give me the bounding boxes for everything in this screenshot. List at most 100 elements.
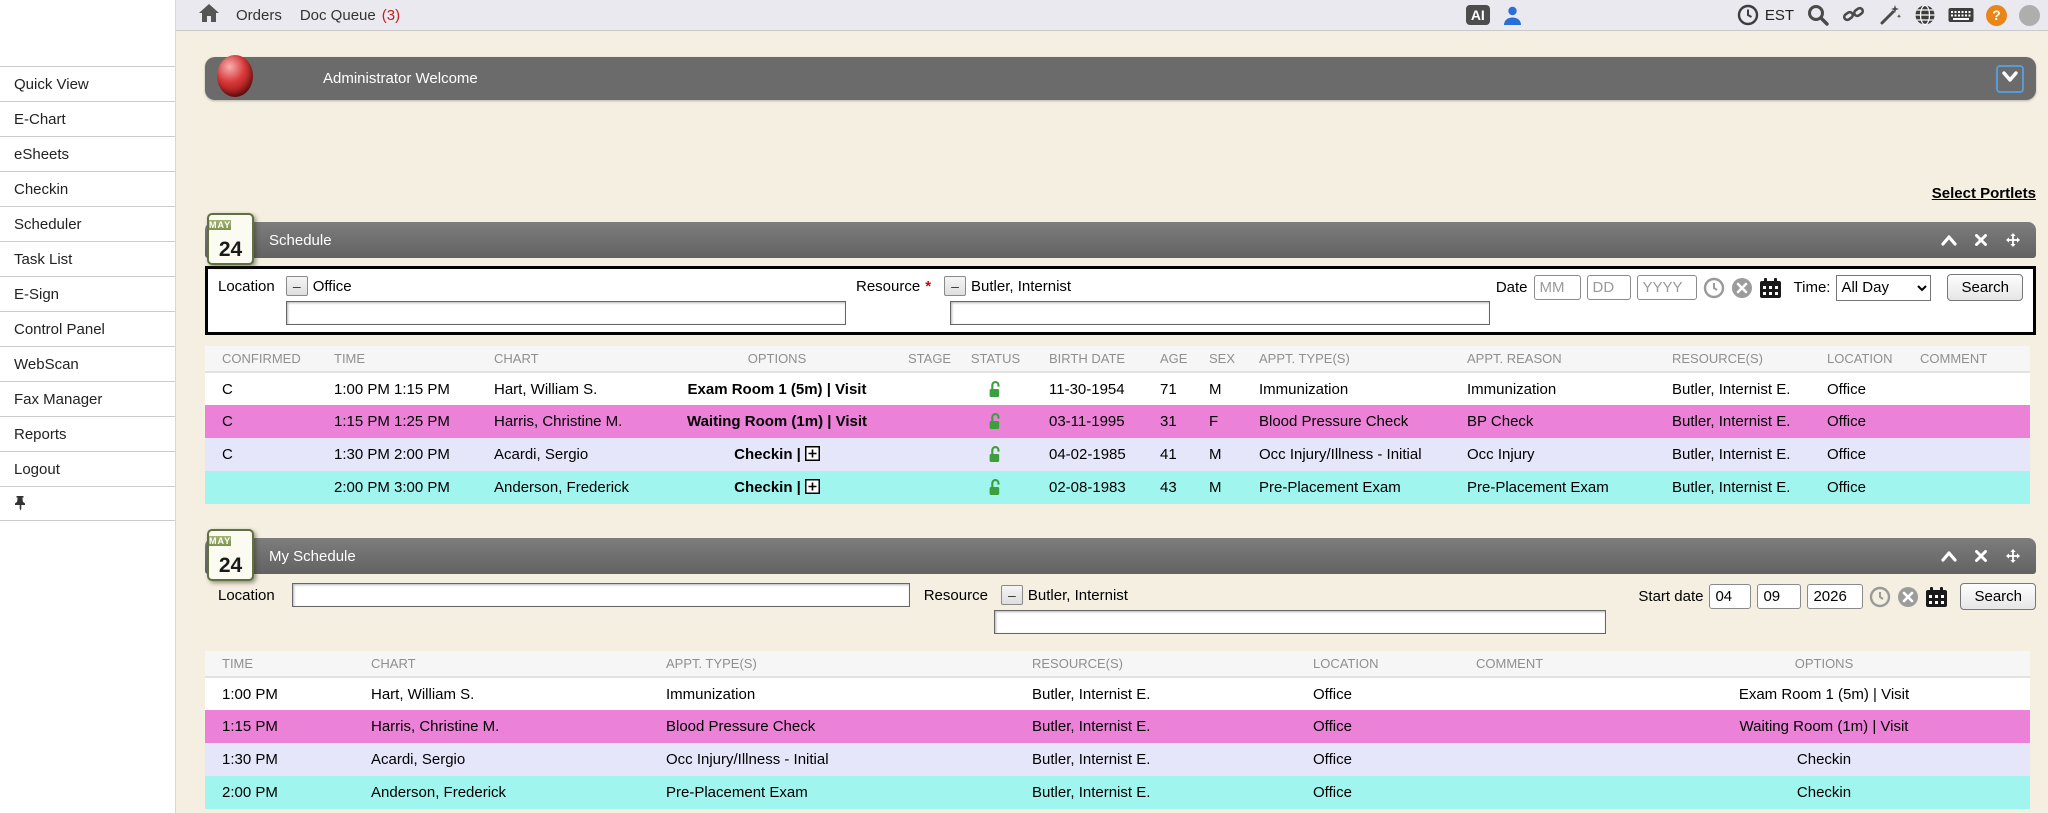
table-row[interactable]: 1:00 PMHart, William S.ImmunizationButle…: [205, 677, 2030, 710]
magic-wand-icon[interactable]: [1878, 3, 1902, 27]
cell-comment: [1903, 372, 2030, 405]
column-header-appt_reason: APPT. REASON: [1450, 346, 1655, 372]
user-icon[interactable]: [1502, 5, 1523, 26]
options-link[interactable]: Waiting Room (1m) | Visit: [1740, 718, 1909, 735]
sidebar-item-scheduler[interactable]: Scheduler: [0, 206, 175, 241]
nav-orders[interactable]: Orders: [236, 7, 282, 24]
location-search-input[interactable]: [286, 301, 846, 325]
date-yyyy-input[interactable]: [1637, 275, 1697, 300]
select-portlets-link[interactable]: Select Portlets: [1932, 185, 2036, 202]
keyboard-icon[interactable]: [1948, 6, 1974, 24]
cell-comment: [1903, 405, 2030, 438]
sidebar-item-task-list[interactable]: Task List: [0, 241, 175, 276]
select-portlets-row: Select Portlets: [205, 185, 2036, 205]
my-schedule-search-button[interactable]: Search: [1960, 583, 2036, 610]
start-dd-input[interactable]: [1757, 584, 1801, 609]
link-icon[interactable]: [1842, 4, 1866, 26]
options-link[interactable]: Checkin |: [734, 479, 801, 496]
start-yyyy-input[interactable]: [1807, 584, 1863, 609]
search-icon[interactable]: [1806, 3, 1830, 27]
globe-icon[interactable]: [1914, 4, 1936, 26]
location-label: Location: [218, 587, 275, 604]
expand-plus-icon[interactable]: [805, 446, 820, 461]
resource-collapse-button[interactable]: –: [944, 276, 966, 296]
chevron-down-icon: [2002, 71, 2018, 86]
time-select[interactable]: All Day: [1836, 275, 1931, 301]
unlocked-icon[interactable]: [988, 413, 1003, 430]
table-row[interactable]: C1:00 PM 1:15 PMHart, William S.Exam Roo…: [205, 372, 2030, 405]
sidebar-item-quick-view[interactable]: Quick View: [0, 66, 175, 101]
help-icon[interactable]: ?: [1986, 5, 2007, 26]
my-resource-input[interactable]: [994, 610, 1606, 634]
sidebar-item-checkin[interactable]: Checkin: [0, 171, 175, 206]
table-row[interactable]: C1:30 PM 2:00 PMAcardi, SergioCheckin |0…: [205, 438, 2030, 471]
move-portlet-icon[interactable]: [2004, 232, 2022, 248]
move-portlet-icon[interactable]: [2004, 548, 2022, 564]
ai-badge[interactable]: AI: [1466, 5, 1490, 25]
collapse-portlet-icon[interactable]: [1940, 232, 1958, 248]
resource-collapse-button[interactable]: –: [1001, 585, 1023, 605]
cell-location: Office: [1810, 405, 1903, 438]
sidebar-item-e-sign[interactable]: E-Sign: [0, 276, 175, 311]
options-link[interactable]: Checkin |: [734, 446, 801, 463]
home-button[interactable]: [198, 3, 220, 27]
location-collapse-button[interactable]: –: [286, 276, 308, 296]
unlocked-icon[interactable]: [988, 381, 1003, 398]
table-row[interactable]: 2:00 PM 3:00 PMAnderson, FrederickChecki…: [205, 471, 2030, 504]
date-mm-input[interactable]: [1534, 275, 1581, 300]
calendar-picker-icon[interactable]: [1925, 586, 1948, 608]
column-header-resources: RESOURCE(S): [1655, 346, 1810, 372]
doc-queue-count-badge[interactable]: (3): [382, 7, 400, 24]
clear-date-icon[interactable]: [1897, 586, 1919, 608]
close-portlet-icon[interactable]: [1972, 548, 1990, 564]
cell-resources: Butler, Internist E.: [1015, 743, 1296, 776]
expand-plus-icon[interactable]: [805, 479, 820, 494]
time-picker-icon[interactable]: [1869, 586, 1891, 608]
sidebar-item-reports[interactable]: Reports: [0, 416, 175, 451]
table-row[interactable]: 1:15 PMHarris, Christine M.Blood Pressur…: [205, 710, 2030, 743]
welcome-collapse-button[interactable]: [1996, 65, 2024, 93]
sidebar-item-esheets[interactable]: eSheets: [0, 136, 175, 171]
close-portlet-icon[interactable]: [1972, 232, 1990, 248]
sidebar-item-fax-manager[interactable]: Fax Manager: [0, 381, 175, 416]
my-location-input[interactable]: [292, 583, 910, 607]
nav-doc-queue[interactable]: Doc Queue: [300, 7, 376, 24]
cell-chart: Anderson, Frederick: [477, 471, 663, 504]
schedule-search-button[interactable]: Search: [1947, 274, 2023, 301]
sidebar-item-logout[interactable]: Logout: [0, 451, 175, 486]
sidebar-pin-toggle[interactable]: [0, 486, 175, 521]
table-row[interactable]: 2:00 PMAnderson, FrederickPre-Placement …: [205, 776, 2030, 809]
calendar-picker-icon[interactable]: [1759, 277, 1782, 299]
cell-comment: [1459, 743, 1618, 776]
sidebar-item-e-chart[interactable]: E-Chart: [0, 101, 175, 136]
cell-confirmed: C: [205, 405, 317, 438]
cell-resources: Butler, Internist E.: [1015, 710, 1296, 743]
cell-appt_types: Immunization: [649, 677, 1015, 710]
table-row[interactable]: 1:30 PMAcardi, SergioOcc Injury/Illness …: [205, 743, 2030, 776]
clear-date-icon[interactable]: [1731, 277, 1753, 299]
options-link[interactable]: Exam Room 1 (5m) | Visit: [688, 381, 867, 398]
start-mm-input[interactable]: [1709, 584, 1751, 609]
time-picker-icon[interactable]: [1703, 277, 1725, 299]
unlocked-icon[interactable]: [988, 479, 1003, 496]
column-header-time: TIME: [317, 346, 477, 372]
unlocked-icon[interactable]: [988, 446, 1003, 463]
calendar-badge-month: MAY: [209, 220, 231, 230]
resource-search-input[interactable]: [950, 301, 1490, 325]
clock-icon[interactable]: [1737, 4, 1759, 26]
location-group: Location – Office: [218, 274, 846, 325]
options-link[interactable]: Waiting Room (1m) | Visit: [687, 413, 867, 430]
cell-age: 31: [1143, 405, 1192, 438]
schedule-portlet: MAY 24 Schedule Location – Office: [205, 222, 2036, 504]
resource-group: Resource – Butler, Internist: [924, 583, 1606, 634]
sidebar-item-webscan[interactable]: WebScan: [0, 346, 175, 381]
collapse-portlet-icon[interactable]: [1940, 548, 1958, 564]
options-link[interactable]: Checkin: [1797, 751, 1851, 768]
sidebar-item-label: Quick View: [14, 76, 89, 93]
date-dd-input[interactable]: [1587, 275, 1631, 300]
welcome-title: Administrator Welcome: [323, 70, 478, 87]
table-row[interactable]: C1:15 PM 1:25 PMHarris, Christine M.Wait…: [205, 405, 2030, 438]
options-link[interactable]: Checkin: [1797, 784, 1851, 801]
sidebar-item-control-panel[interactable]: Control Panel: [0, 311, 175, 346]
options-link[interactable]: Exam Room 1 (5m) | Visit: [1739, 686, 1909, 703]
